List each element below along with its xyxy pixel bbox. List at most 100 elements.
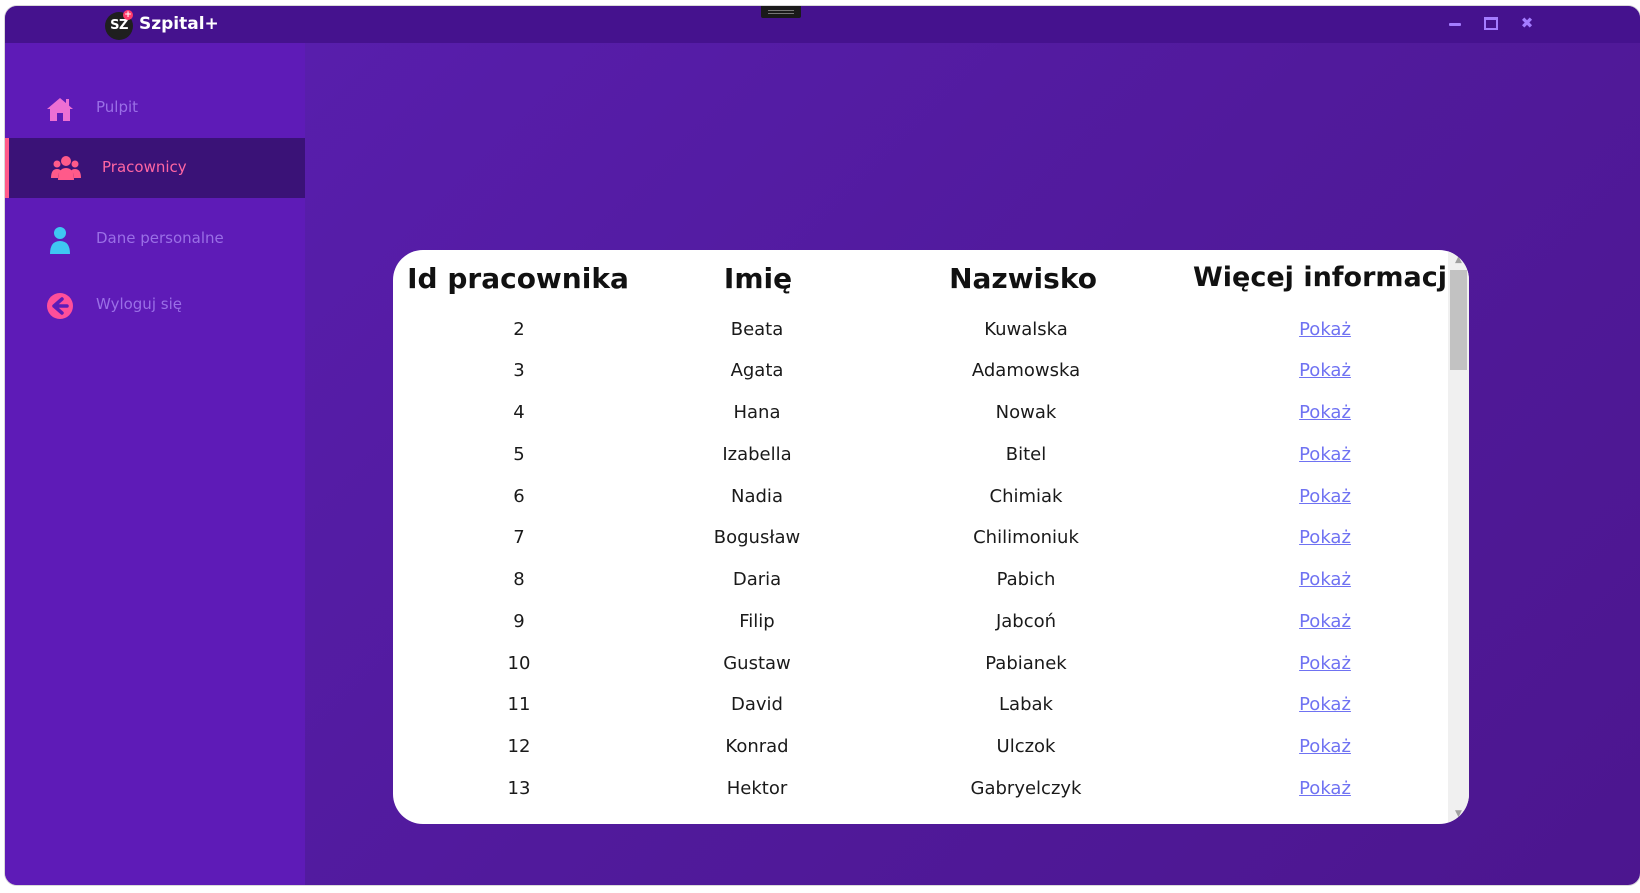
cell-name: Hana bbox=[733, 402, 781, 423]
sidebar-item-label: Wyloguj się bbox=[96, 295, 182, 313]
app-title: Szpital+ bbox=[139, 14, 219, 34]
table-row: 10 Gustaw Pabianek Pokaż bbox=[393, 644, 1448, 684]
app-window: SZ + Szpital+ ✖ Pulpit Pracownicy Dane p… bbox=[5, 6, 1640, 885]
cell-name: Izabella bbox=[722, 444, 792, 465]
column-header-more-info: Więcej informacji bbox=[1193, 262, 1457, 293]
cell-id: 6 bbox=[513, 486, 525, 507]
cell-name: David bbox=[731, 694, 783, 715]
show-details-link[interactable]: Pokaż bbox=[1299, 569, 1351, 590]
cell-surname: Pabich bbox=[996, 569, 1056, 590]
title-bar[interactable]: SZ + Szpital+ ✖ bbox=[5, 6, 1640, 43]
sidebar-item-label: Pulpit bbox=[96, 98, 139, 116]
table-row: 8 Daria Pabich Pokaż bbox=[393, 560, 1448, 600]
sidebar-item-dane-personalne[interactable]: Dane personalne bbox=[5, 211, 305, 269]
cell-more-info: Pokaż bbox=[1225, 602, 1425, 642]
show-details-link[interactable]: Pokaż bbox=[1299, 736, 1351, 757]
cell-id: 13 bbox=[507, 778, 531, 799]
show-details-link[interactable]: Pokaż bbox=[1299, 653, 1351, 674]
show-details-link[interactable]: Pokaż bbox=[1299, 319, 1351, 340]
cell-more-info: Pokaż bbox=[1225, 644, 1425, 684]
cell-id: 10 bbox=[507, 653, 531, 674]
cell-more-info: Pokaż bbox=[1225, 351, 1425, 391]
table-row: 12 Konrad Ulczok Pokaż bbox=[393, 727, 1448, 767]
sidebar-item-wyloguj[interactable]: Wyloguj się bbox=[5, 277, 305, 335]
cell-name: Nadia bbox=[731, 486, 783, 507]
cell-name: Filip bbox=[739, 611, 775, 632]
sidebar-item-label: Dane personalne bbox=[96, 229, 224, 247]
column-header-surname: Nazwisko bbox=[949, 262, 1097, 295]
employees-table-card: Id pracownika Imię Nazwisko Więcej infor… bbox=[393, 250, 1469, 824]
cell-surname: Chimiak bbox=[989, 486, 1063, 507]
cell-id: 8 bbox=[513, 569, 525, 590]
table-scrollbar[interactable]: ▲ ▼ bbox=[1448, 250, 1469, 824]
cell-more-info: Pokaż bbox=[1225, 685, 1425, 725]
cell-surname: Adamowska bbox=[971, 360, 1081, 381]
logout-icon bbox=[47, 293, 73, 319]
cell-more-info: Pokaż bbox=[1225, 393, 1425, 433]
scroll-down-icon[interactable]: ▼ bbox=[1448, 806, 1469, 822]
minimize-button[interactable] bbox=[1446, 14, 1464, 32]
cell-id: 12 bbox=[507, 736, 531, 757]
show-details-link[interactable]: Pokaż bbox=[1299, 694, 1351, 715]
table-row: 6 Nadia Chimiak Pokaż bbox=[393, 477, 1448, 517]
sidebar-item-pracownicy[interactable]: Pracownicy bbox=[5, 138, 305, 198]
cell-surname: Bitel bbox=[1005, 444, 1047, 465]
show-details-link[interactable]: Pokaż bbox=[1299, 444, 1351, 465]
maximize-icon bbox=[1484, 17, 1498, 30]
cell-surname: Jabcoń bbox=[995, 611, 1057, 632]
close-icon: ✖ bbox=[1520, 14, 1534, 32]
cell-name: Agata bbox=[730, 360, 784, 381]
sidebar-item-pulpit[interactable]: Pulpit bbox=[5, 80, 305, 138]
scrollbar-thumb[interactable] bbox=[1450, 270, 1467, 370]
show-details-link[interactable]: Pokaż bbox=[1299, 360, 1351, 381]
column-header-name: Imię bbox=[723, 262, 793, 295]
home-icon bbox=[47, 98, 73, 121]
cell-more-info: Pokaż bbox=[1225, 477, 1425, 517]
cell-name: Bogusław bbox=[713, 527, 801, 548]
cell-surname: Kuwalska bbox=[984, 319, 1068, 340]
sidebar: Pulpit Pracownicy Dane personalne Wylogu… bbox=[5, 43, 305, 885]
close-button[interactable]: ✖ bbox=[1518, 14, 1536, 32]
scroll-up-icon[interactable]: ▲ bbox=[1448, 252, 1469, 268]
sidebar-item-label: Pracownicy bbox=[102, 158, 187, 176]
app-logo-text: SZ bbox=[110, 18, 128, 33]
minimize-icon bbox=[1449, 23, 1461, 26]
cell-more-info: Pokaż bbox=[1225, 769, 1425, 809]
cell-name: Hektor bbox=[726, 778, 788, 799]
cell-id: 4 bbox=[513, 402, 525, 423]
cell-more-info: Pokaż bbox=[1225, 310, 1425, 350]
show-details-link[interactable]: Pokaż bbox=[1299, 402, 1351, 423]
table-row: 13 Hektor Gabryelczyk Pokaż bbox=[393, 769, 1448, 809]
app-logo-plus: + bbox=[123, 10, 133, 20]
cell-surname: Ulczok bbox=[996, 736, 1056, 757]
user-icon bbox=[50, 227, 70, 254]
cell-more-info: Pokaż bbox=[1225, 560, 1425, 600]
cell-surname: Chilimoniuk bbox=[973, 527, 1079, 548]
cell-surname: Nowak bbox=[995, 402, 1057, 423]
show-details-link[interactable]: Pokaż bbox=[1299, 527, 1351, 548]
cell-id: 11 bbox=[507, 694, 531, 715]
cell-id: 7 bbox=[513, 527, 525, 548]
table-row: 11 David Labak Pokaż bbox=[393, 685, 1448, 725]
show-details-link[interactable]: Pokaż bbox=[1299, 486, 1351, 507]
table-row: 2 Beata Kuwalska Pokaż bbox=[393, 310, 1448, 350]
cell-surname: Labak bbox=[999, 694, 1053, 715]
show-details-link[interactable]: Pokaż bbox=[1299, 778, 1351, 799]
cell-more-info: Pokaż bbox=[1225, 518, 1425, 558]
cell-id: 2 bbox=[513, 319, 525, 340]
table-row: 7 Bogusław Chilimoniuk Pokaż bbox=[393, 518, 1448, 558]
table-row: 9 Filip Jabcoń Pokaż bbox=[393, 602, 1448, 642]
cell-name: Konrad bbox=[725, 736, 789, 757]
maximize-button[interactable] bbox=[1482, 14, 1500, 32]
cell-surname: Gabryelczyk bbox=[970, 778, 1082, 799]
users-icon bbox=[51, 156, 81, 180]
column-header-id: Id pracownika bbox=[407, 262, 629, 295]
cell-surname: Pabianek bbox=[985, 653, 1067, 674]
cell-id: 9 bbox=[513, 611, 525, 632]
table-row: 5 Izabella Bitel Pokaż bbox=[393, 435, 1448, 475]
table-row: 4 Hana Nowak Pokaż bbox=[393, 393, 1448, 433]
employees-table: Id pracownika Imię Nazwisko Więcej infor… bbox=[393, 250, 1456, 824]
cell-id: 5 bbox=[513, 444, 525, 465]
drag-handle[interactable] bbox=[761, 6, 801, 18]
show-details-link[interactable]: Pokaż bbox=[1299, 611, 1351, 632]
